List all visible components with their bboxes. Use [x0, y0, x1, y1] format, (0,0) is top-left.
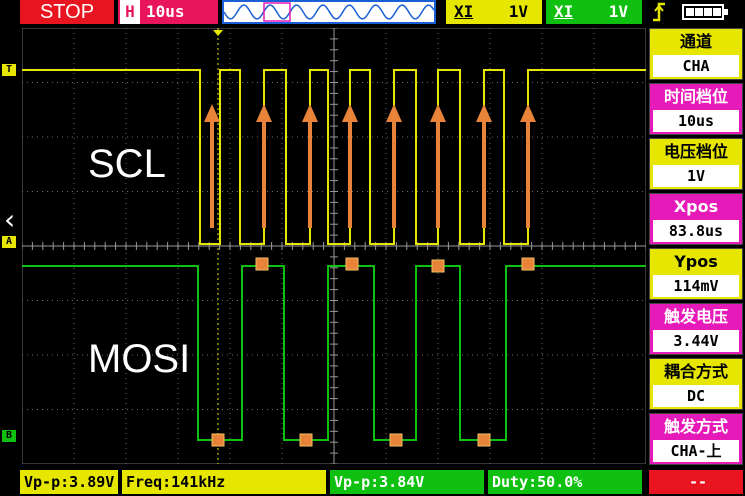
ch1-vpp-readout: Vp-p:3.89V: [20, 470, 118, 494]
menu-trigger-mode-title: 触发方式: [650, 414, 742, 440]
sample-point: [211, 433, 225, 447]
ch2-scale[interactable]: XI 1V: [546, 0, 642, 24]
menu-ypos[interactable]: Ypos 114mV: [649, 248, 743, 300]
extra-readout: --: [649, 470, 743, 494]
menu-trigger-mode[interactable]: 触发方式 CHA-上: [649, 413, 743, 465]
ch2-ground-marker: B: [2, 430, 16, 442]
ch1-scale[interactable]: XI 1V: [446, 0, 542, 24]
ch2-duty-readout: Duty:50.0%: [488, 470, 642, 494]
scope-display[interactable]: [22, 28, 646, 464]
battery-icon: [682, 4, 728, 20]
menu-timebase[interactable]: 时间档位 10us: [649, 83, 743, 135]
menu-channel-value: CHA: [653, 55, 739, 77]
ch2-vpp-readout: Vp-p:3.84V: [330, 470, 484, 494]
menu-coupling-value: DC: [653, 385, 739, 407]
menu-xpos-title: Xpos: [650, 194, 742, 220]
menu-timebase-title: 时间档位: [650, 84, 742, 110]
ch1-coupling: XI: [454, 2, 474, 21]
chevron-left-icon[interactable]: ‹: [4, 203, 15, 236]
scl-label: SCL: [88, 142, 166, 186]
menu-timebase-value: 10us: [653, 110, 739, 132]
timebase-indicator[interactable]: H 10us: [118, 0, 218, 24]
sample-point: [255, 257, 269, 271]
menu-voltage[interactable]: 电压档位 1V: [649, 138, 743, 190]
menu-ypos-value: 114mV: [653, 275, 739, 297]
ch1-volts: 1V: [508, 2, 528, 21]
sample-point: [477, 433, 491, 447]
menu-coupling[interactable]: 耦合方式 DC: [649, 358, 743, 410]
menu-ypos-title: Ypos: [650, 249, 742, 275]
trigger-level-marker: T: [2, 64, 16, 76]
sample-point: [521, 257, 535, 271]
ch2-volts: 1V: [608, 2, 628, 21]
ch2-coupling: XI: [554, 2, 574, 21]
menu-coupling-title: 耦合方式: [650, 359, 742, 385]
sample-point: [431, 259, 445, 273]
overview-sine: [223, 2, 435, 22]
timebase-value: 10us: [146, 2, 185, 21]
menu-channel-title: 通道: [650, 29, 742, 55]
sample-point: [299, 433, 313, 447]
menu-trigger-level[interactable]: 触发电压 3.44V: [649, 303, 743, 355]
trigger-edge-icon: [653, 2, 665, 22]
ch1-freq-readout: Freq:141kHz: [122, 470, 326, 494]
mosi-label: MOSI: [88, 337, 191, 381]
menu-xpos-value: 83.8us: [653, 220, 739, 242]
ch1-ground-marker: A: [2, 236, 16, 248]
sample-point: [345, 257, 359, 271]
menu-trigger-mode-value: CHA-上: [653, 440, 739, 462]
sample-point: [389, 433, 403, 447]
menu-channel[interactable]: 通道 CHA: [649, 28, 743, 80]
menu-voltage-title: 电压档位: [650, 139, 742, 165]
menu-xpos[interactable]: Xpos 83.8us: [649, 193, 743, 245]
menu-voltage-value: 1V: [653, 165, 739, 187]
run-stop-status[interactable]: STOP: [20, 0, 114, 24]
menu-trigger-level-value: 3.44V: [653, 330, 739, 352]
menu-trigger-level-title: 触发电压: [650, 304, 742, 330]
waveform-overview: [222, 0, 436, 24]
timebase-prefix: H: [120, 0, 140, 24]
